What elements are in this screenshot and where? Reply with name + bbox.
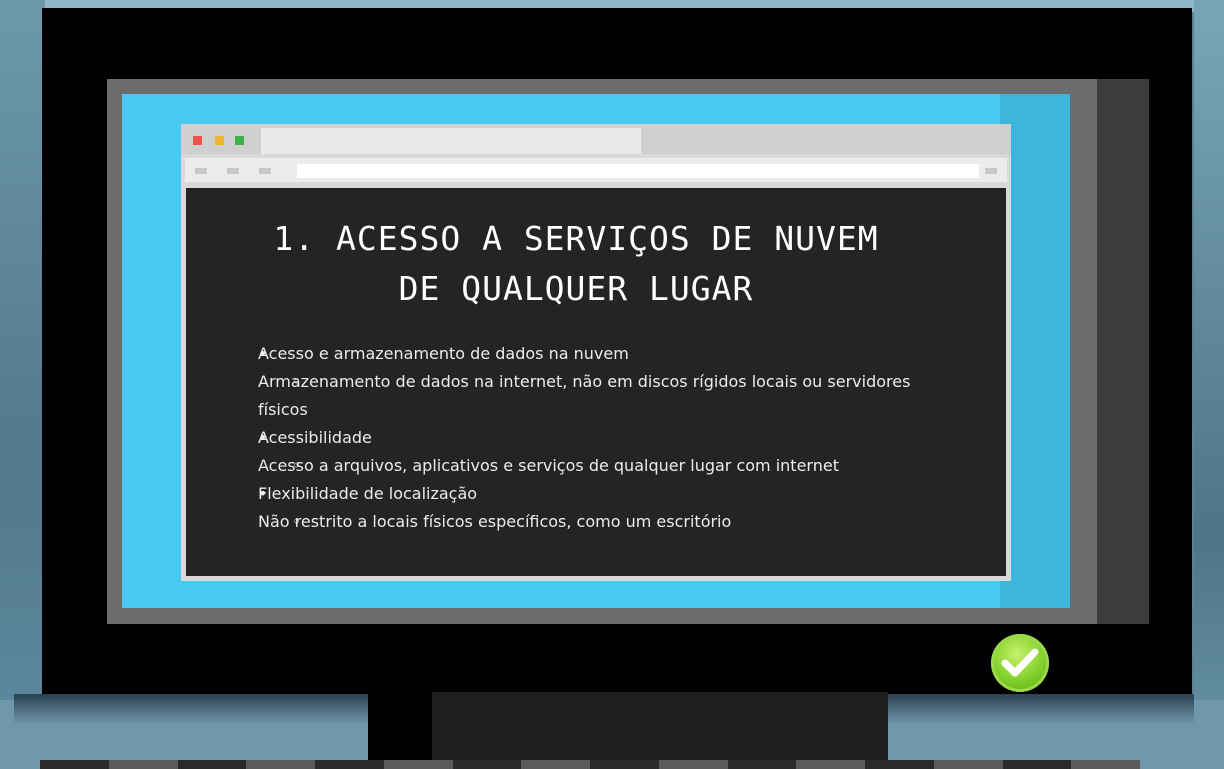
slide-bullet-list: Acesso e armazenamento de dados na nuvem…: [258, 340, 958, 536]
checkmark-icon: [1001, 648, 1039, 677]
check-circle-icon[interactable]: [991, 634, 1049, 692]
sub-bullet-item: Acesso a arquivos, aplicativos e serviço…: [258, 452, 958, 480]
background-wall-left: [0, 0, 45, 769]
reload-icon[interactable]: [259, 168, 271, 174]
forward-icon[interactable]: [227, 168, 239, 174]
address-bar[interactable]: [297, 164, 979, 178]
bullet-item: Flexibilidade de localização: [258, 480, 958, 508]
scene: 1. ACESSO A SERVIÇOS DE NUVEM DE QUALQUE…: [0, 0, 1224, 769]
slide-title-line-2: DE QUALQUER LUGAR: [398, 269, 754, 308]
monitor-stand-inner: [432, 692, 888, 769]
menu-icon[interactable]: [985, 168, 997, 174]
maximize-dot-icon[interactable]: [235, 136, 244, 145]
minimize-dot-icon[interactable]: [215, 136, 224, 145]
slide-title: 1. ACESSO A SERVIÇOS DE NUVEM DE QUALQUE…: [186, 214, 966, 314]
close-dot-icon[interactable]: [193, 136, 202, 145]
background-wall-right: [1194, 0, 1224, 769]
sub-bullet-item: Armazenamento de dados na internet, não …: [258, 368, 958, 424]
slide-title-line-1: 1. ACESSO A SERVIÇOS DE NUVEM: [273, 219, 879, 258]
browser-tab[interactable]: [261, 128, 641, 154]
floor-tiles: [40, 760, 1140, 769]
monitor-bezel-side: [1097, 79, 1149, 624]
bullet-item: Acessibilidade: [258, 424, 958, 452]
presentation-slide: 1. ACESSO A SERVIÇOS DE NUVEM DE QUALQUE…: [186, 188, 1006, 576]
back-icon[interactable]: [195, 168, 207, 174]
bullet-item: Acesso e armazenamento de dados na nuvem: [258, 340, 958, 368]
sub-bullet-item: Não restrito a locais físicos específico…: [258, 508, 958, 536]
